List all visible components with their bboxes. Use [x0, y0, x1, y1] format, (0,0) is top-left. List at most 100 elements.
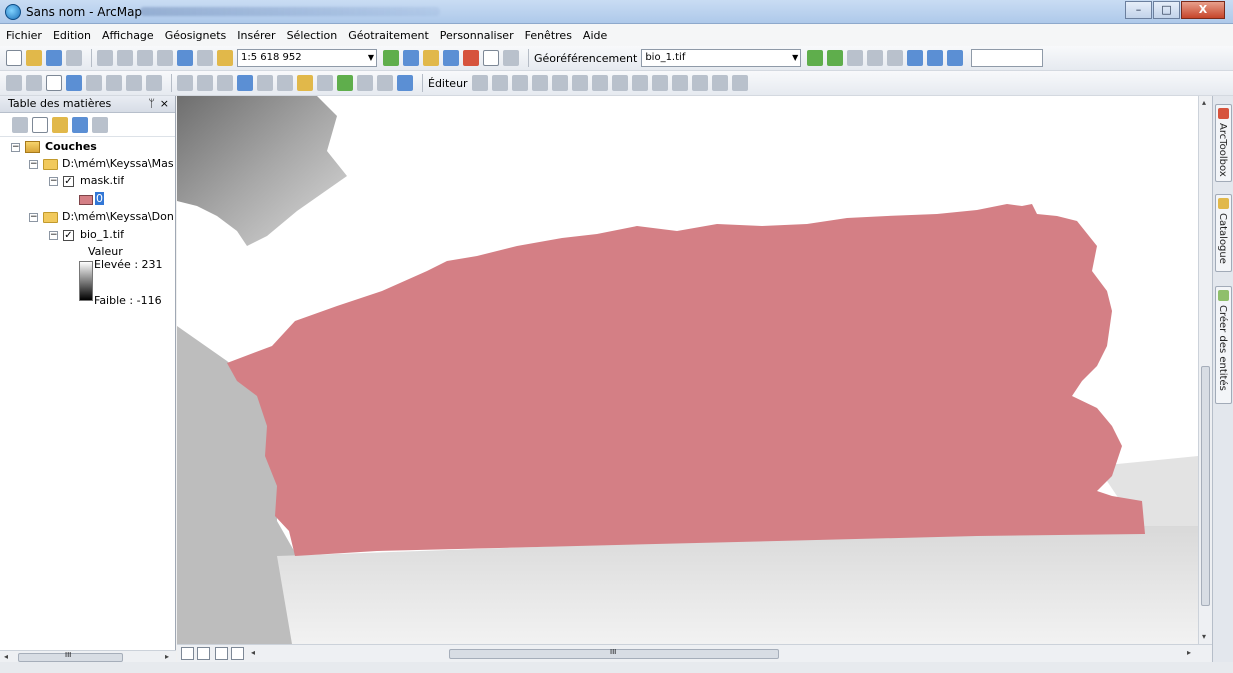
back-extent-icon[interactable] [126, 75, 142, 91]
magnifier-icon[interactable] [947, 50, 964, 66]
full-extent-icon[interactable] [66, 75, 82, 91]
menu-geosignets[interactable]: Géosignets [165, 29, 227, 42]
scroll-up-icon[interactable]: ▴ [1202, 98, 1206, 107]
map-canvas[interactable] [177, 96, 1198, 644]
menu-inserer[interactable]: Insérer [237, 29, 275, 42]
minimize-button[interactable]: – [1125, 1, 1152, 19]
source-folder-donnees[interactable]: D:\mém\Keyssa\Donn [62, 210, 174, 223]
edit-annotation-icon[interactable] [491, 75, 508, 91]
open-folder-icon[interactable] [26, 50, 42, 66]
reshape-icon[interactable] [611, 75, 628, 91]
fixed-zoom-out-icon[interactable] [106, 75, 122, 91]
shift-icon[interactable] [867, 50, 884, 66]
tab-catalogue[interactable]: Catalogue [1215, 194, 1232, 272]
select-features-icon[interactable] [177, 75, 193, 91]
layers-root-label[interactable]: Couches [45, 140, 97, 153]
editor-toolbar-icon[interactable] [383, 50, 399, 66]
redo-icon[interactable] [197, 50, 213, 66]
measure-icon[interactable] [297, 75, 313, 91]
zoom-out-icon[interactable] [26, 75, 42, 91]
list-by-selection-icon[interactable] [72, 116, 88, 133]
sketch-properties-icon[interactable] [711, 75, 728, 91]
tab-arctoolbox[interactable]: ArcToolbox [1215, 104, 1232, 182]
map-hscroll-thumb[interactable]: III [449, 648, 779, 659]
layer-visibility-checkbox[interactable]: ✓ [63, 230, 74, 241]
attributes-icon[interactable] [691, 75, 708, 91]
scroll-left-icon[interactable]: ◂ [4, 652, 8, 661]
menu-geotraitement[interactable]: Géotraitement [348, 29, 429, 42]
view-link-table-icon[interactable] [907, 50, 924, 66]
list-by-drawing-order-icon[interactable] [12, 116, 28, 133]
split-icon[interactable] [651, 75, 668, 91]
menu-aide[interactable]: Aide [583, 29, 607, 42]
maximize-button[interactable]: □ [1153, 1, 1180, 19]
menu-edition[interactable]: Edition [53, 29, 91, 42]
list-by-source-icon[interactable] [32, 116, 48, 133]
cut-icon[interactable] [97, 50, 113, 66]
scroll-right-icon[interactable]: ▸ [1187, 648, 1191, 657]
go-to-xy-icon[interactable] [357, 75, 373, 91]
time-slider-icon[interactable] [377, 75, 393, 91]
paste-icon[interactable] [137, 50, 153, 66]
scroll-down-icon[interactable]: ▾ [1202, 632, 1206, 641]
close-button[interactable]: X [1181, 1, 1225, 19]
find-icon[interactable] [317, 75, 333, 91]
mask-value-label[interactable]: 0 [95, 192, 104, 205]
print-icon[interactable] [66, 50, 82, 66]
straight-segment-icon[interactable] [511, 75, 528, 91]
catalog-window-icon[interactable] [423, 50, 439, 66]
toc-window-icon[interactable] [403, 50, 419, 66]
refresh-view-button[interactable] [215, 647, 228, 660]
new-document-icon[interactable] [6, 50, 22, 66]
pause-drawing-button[interactable] [231, 647, 244, 660]
layer-visibility-checkbox[interactable]: ✓ [63, 176, 74, 187]
mask-polygon[interactable] [227, 204, 1145, 556]
collapse-icon[interactable]: − [49, 231, 58, 240]
search-window-icon[interactable] [443, 50, 459, 66]
delete-icon[interactable] [157, 50, 173, 66]
menu-affichage[interactable]: Affichage [102, 29, 154, 42]
cut-polygons-icon[interactable] [631, 75, 648, 91]
close-icon[interactable]: × [160, 96, 169, 112]
layout-view-button[interactable] [197, 647, 210, 660]
toc-scroll-thumb[interactable]: III [18, 651, 123, 662]
clear-selection-icon[interactable] [197, 75, 213, 91]
copy-icon[interactable] [117, 50, 133, 66]
undo-icon[interactable] [177, 50, 193, 66]
zoom-in-icon[interactable] [6, 75, 22, 91]
map-scale-combo[interactable]: 1:5 618 952 ▼ [237, 49, 377, 67]
map-view[interactable] [177, 96, 1198, 644]
pin-icon[interactable]: ᛘ [148, 96, 155, 112]
rotate-icon[interactable] [847, 50, 864, 66]
tab-create-features[interactable]: Créer des entités [1215, 286, 1232, 404]
menu-fenetres[interactable]: Fenêtres [525, 29, 572, 42]
collapse-icon[interactable]: − [49, 177, 58, 186]
georeferencing-menu[interactable]: Géoréférencement [534, 52, 637, 65]
create-features-icon[interactable] [731, 75, 748, 91]
edit-vertices-icon[interactable] [591, 75, 608, 91]
pan-hand-icon[interactable] [46, 75, 62, 91]
hyperlink-icon[interactable] [257, 75, 273, 91]
viewer-icon[interactable] [927, 50, 944, 66]
scroll-right-icon[interactable]: ▸ [165, 652, 169, 661]
arctoolbox-icon[interactable] [463, 50, 479, 66]
editor-menu[interactable]: Éditeur [428, 77, 468, 90]
python-window-icon[interactable] [483, 50, 499, 66]
point-icon[interactable] [571, 75, 588, 91]
save-icon[interactable] [46, 50, 62, 66]
add-data-icon[interactable] [217, 50, 233, 66]
create-viewer-icon[interactable] [397, 75, 413, 91]
html-popup-icon[interactable] [277, 75, 293, 91]
map-vscroll-thumb[interactable] [1201, 366, 1210, 606]
layer-mask[interactable]: mask.tif [80, 174, 124, 187]
select-elements-icon[interactable] [217, 75, 233, 91]
layer-bio1[interactable]: bio_1.tif [80, 228, 124, 241]
mask-color-swatch[interactable] [79, 195, 93, 205]
georef-layer-combo[interactable]: bio_1.tif ▼ [641, 49, 802, 67]
list-by-visibility-icon[interactable] [52, 116, 68, 133]
scroll-left-icon[interactable]: ◂ [251, 648, 255, 657]
find-route-icon[interactable] [337, 75, 353, 91]
edit-tool-icon[interactable] [471, 75, 488, 91]
map-vertical-scrollbar[interactable]: ▴ ▾ [1198, 96, 1212, 644]
scale-icon[interactable] [887, 50, 904, 66]
